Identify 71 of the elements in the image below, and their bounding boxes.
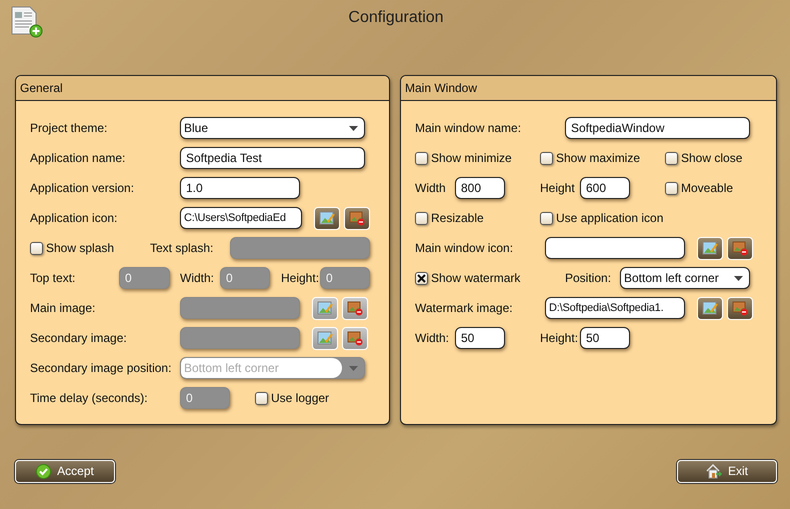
field-label: Top text: <box>30 271 76 285</box>
document-add-icon <box>9 6 43 38</box>
field-label: Main image: <box>30 301 96 315</box>
field-label: Application icon: <box>30 211 118 225</box>
text-field[interactable]: 50 <box>580 327 630 349</box>
field-label: Secondary image position: <box>30 361 172 375</box>
image-edit-icon <box>319 211 335 225</box>
field-label: Height: <box>540 331 580 345</box>
remove-image-button[interactable] <box>342 296 368 320</box>
accept-button[interactable]: Accept <box>15 460 115 482</box>
text-field[interactable] <box>545 237 685 259</box>
field-label: Project theme: <box>30 121 108 135</box>
checkbox[interactable]: Show watermark <box>415 271 565 285</box>
caret-icon <box>734 276 742 280</box>
field-label: Width <box>415 181 447 195</box>
field-label: Width: <box>180 271 216 285</box>
exit-button[interactable]: Exit <box>677 460 777 482</box>
field-label: Position: <box>565 271 612 285</box>
image-remove-icon <box>732 240 748 256</box>
checkbox[interactable]: Show maximize <box>540 151 665 165</box>
field-label: Height: <box>281 271 320 285</box>
remove-image-button[interactable] <box>344 206 370 230</box>
window-title: Configuration <box>347 9 445 27</box>
caret-icon <box>348 366 358 370</box>
field-label: Time delay (seconds): <box>30 391 149 405</box>
check-mark-icon <box>417 274 426 282</box>
dropdown[interactable]: Bottom left corner <box>620 267 750 289</box>
image-edit-icon <box>702 241 718 255</box>
checkbox[interactable]: Resizable <box>415 211 540 225</box>
select-image-button[interactable] <box>697 236 723 260</box>
checkbox[interactable]: Show close <box>665 151 742 165</box>
text-field[interactable]: 600 <box>580 177 630 199</box>
field-label: Text splash: <box>150 241 214 255</box>
remove-image-button[interactable] <box>727 236 753 260</box>
image-remove-icon <box>349 210 365 226</box>
field-label: Main window icon: <box>415 241 514 255</box>
field-label: Main window name: <box>415 121 522 135</box>
image-edit-icon <box>702 301 718 315</box>
text-field[interactable]: 1.0 <box>180 177 300 199</box>
checkbox[interactable]: Use application icon <box>540 211 664 225</box>
text-field[interactable]: C:\Users\SoftpediaEd <box>180 207 302 229</box>
panel-header: Main Window <box>401 76 776 101</box>
field-label: Application version: <box>30 181 136 195</box>
house-icon <box>706 464 722 478</box>
remove-image-button[interactable] <box>342 326 368 350</box>
dropdown[interactable]: Blue <box>180 117 365 139</box>
field-label: Width: <box>415 331 450 345</box>
text-field[interactable]: SoftpediaWindow <box>565 117 750 139</box>
panel-header: General <box>16 76 389 101</box>
check-icon <box>36 464 52 478</box>
image-edit-icon <box>317 301 333 315</box>
checkbox[interactable]: Moveable <box>665 181 734 195</box>
image-edit-icon <box>317 331 333 345</box>
field-label: Secondary image: <box>30 331 128 345</box>
checkbox[interactable]: Show minimize <box>415 151 540 165</box>
field-label: Height <box>540 181 576 195</box>
image-remove-icon <box>347 300 363 316</box>
checkbox[interactable]: Use logger <box>255 391 330 405</box>
caret-icon <box>348 126 358 130</box>
image-remove-icon <box>347 330 363 346</box>
field-label: Application name: <box>30 151 126 165</box>
select-image-button[interactable] <box>697 296 723 320</box>
remove-image-button[interactable] <box>727 296 753 320</box>
image-remove-icon <box>732 300 748 316</box>
text-field[interactable]: 800 <box>455 177 505 199</box>
field-label: Watermark image: <box>415 301 514 315</box>
text-field[interactable]: 50 <box>455 327 505 349</box>
checkbox[interactable]: Show splash <box>30 241 150 255</box>
text-field[interactable]: Softpedia Test <box>180 147 365 169</box>
text-field[interactable]: D:\Softpedia\Softpedia1. <box>545 297 685 319</box>
select-image-button[interactable] <box>314 206 340 230</box>
